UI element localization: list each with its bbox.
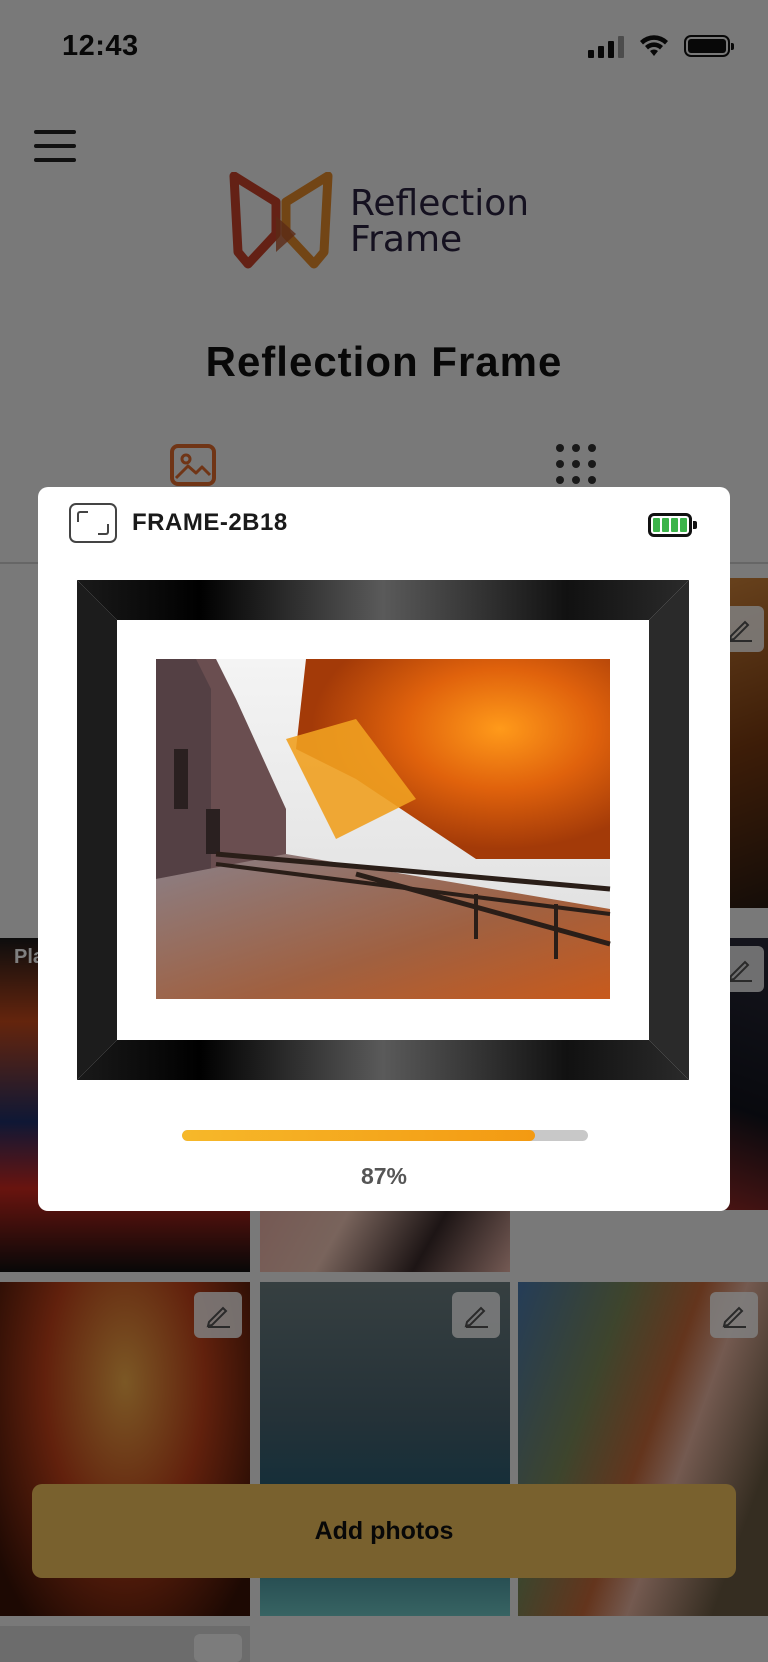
- upload-progress-fill: [182, 1130, 536, 1141]
- frame-device-icon: [69, 503, 117, 543]
- frame-photo-preview: [77, 580, 689, 1080]
- frame-upload-modal: FRAME-2B18 87%: [38, 487, 730, 1211]
- frame-battery-icon: [648, 513, 697, 537]
- upload-progress-bar: [182, 1130, 588, 1141]
- frame-name: FRAME-2B18: [132, 509, 288, 536]
- upload-progress-text: 87%: [360, 1163, 408, 1189]
